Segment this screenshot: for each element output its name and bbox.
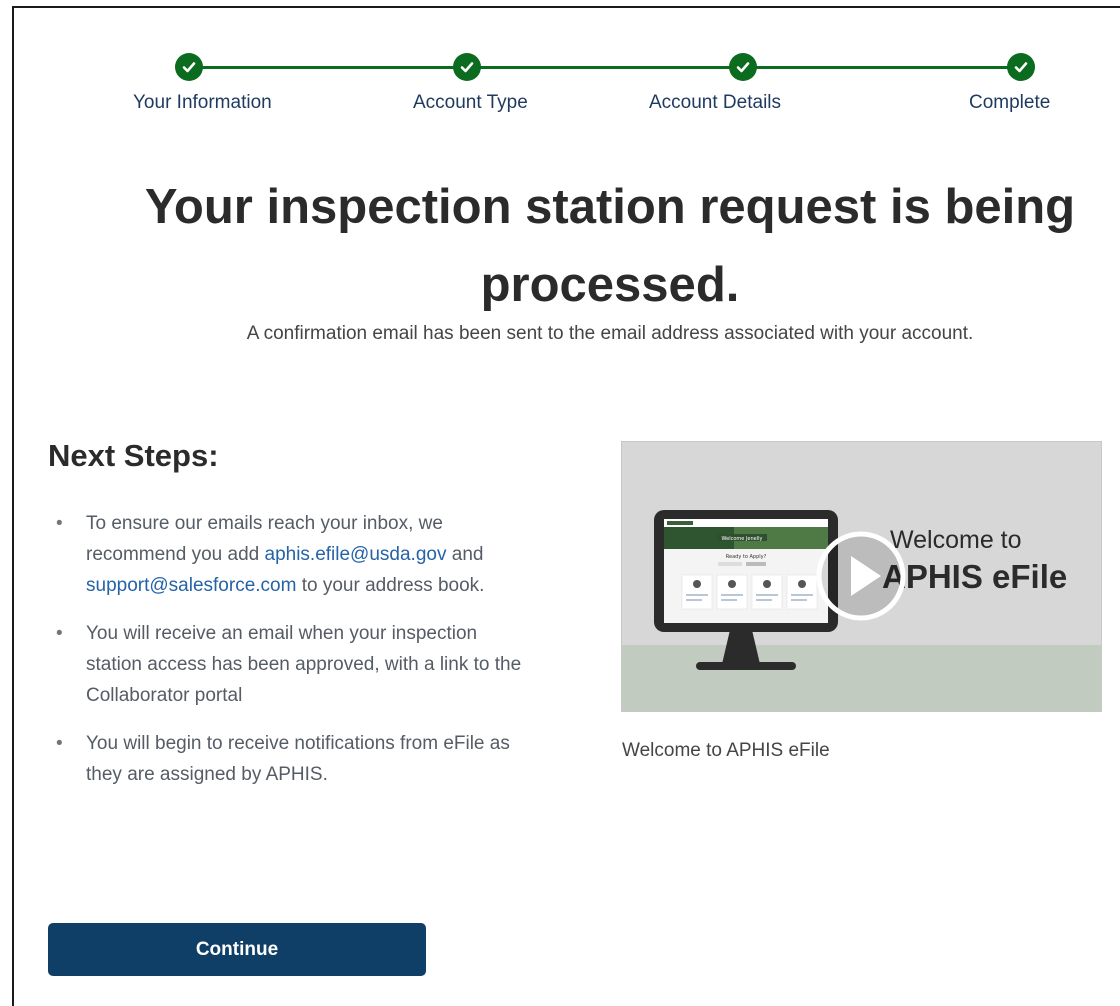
email-link-aphis[interactable]: aphis.efile@usda.gov: [265, 544, 447, 565]
page-title-line1: Your inspection station request is being: [144, 180, 1076, 234]
page-title: Your inspection station request is being…: [60, 168, 1120, 324]
list-item-text: to your address book.: [296, 575, 485, 596]
step-label-your-information: Your Information: [133, 92, 272, 113]
check-icon: [175, 53, 203, 81]
continue-button[interactable]: Continue: [48, 923, 426, 976]
check-icon: [453, 53, 481, 81]
progress-steps: Your Information Account Type Account De…: [0, 0, 1120, 130]
thumb-heading: Welcome Jenelly: [722, 536, 763, 542]
list-item: • You will receive an email when your in…: [48, 618, 528, 711]
step-label-account-type: Account Type: [413, 92, 528, 113]
step-label-account-details: Account Details: [649, 92, 782, 113]
bullet-icon: •: [56, 733, 63, 754]
step-label-complete: Complete: [969, 92, 1051, 113]
confirmation-message: A confirmation email has been sent to th…: [246, 323, 974, 344]
progress-connector: [475, 66, 730, 69]
check-icon: [1007, 53, 1035, 81]
list-item-text: You will begin to receive notifications …: [86, 733, 510, 785]
list-item: • You will begin to receive notification…: [48, 728, 528, 790]
welcome-video[interactable]: Welcome Jenelly Ready to Apply? Welcome …: [621, 441, 1102, 712]
video-title-big: APHIS eFile: [882, 558, 1068, 595]
list-item: • To ensure our emails reach your inbox,…: [48, 508, 528, 601]
bullet-icon: •: [56, 623, 63, 644]
video-caption: Welcome to APHIS eFile: [622, 740, 830, 761]
next-steps-list: • To ensure our emails reach your inbox,…: [48, 508, 528, 807]
email-link-salesforce[interactable]: support@salesforce.com: [86, 575, 296, 596]
thumb-subheading: Ready to Apply?: [726, 554, 767, 560]
check-icon: [729, 53, 757, 81]
bullet-icon: •: [56, 513, 63, 534]
page-title-line2: processed.: [480, 258, 740, 312]
play-icon[interactable]: [815, 530, 907, 622]
video-title-small: Welcome to: [890, 526, 1022, 554]
progress-connector: [755, 66, 1010, 69]
list-item-text: and: [446, 544, 484, 565]
progress-connector: [200, 66, 455, 69]
list-item-text: You will receive an email when your insp…: [86, 623, 522, 706]
next-steps-heading: Next Steps:: [48, 438, 219, 473]
